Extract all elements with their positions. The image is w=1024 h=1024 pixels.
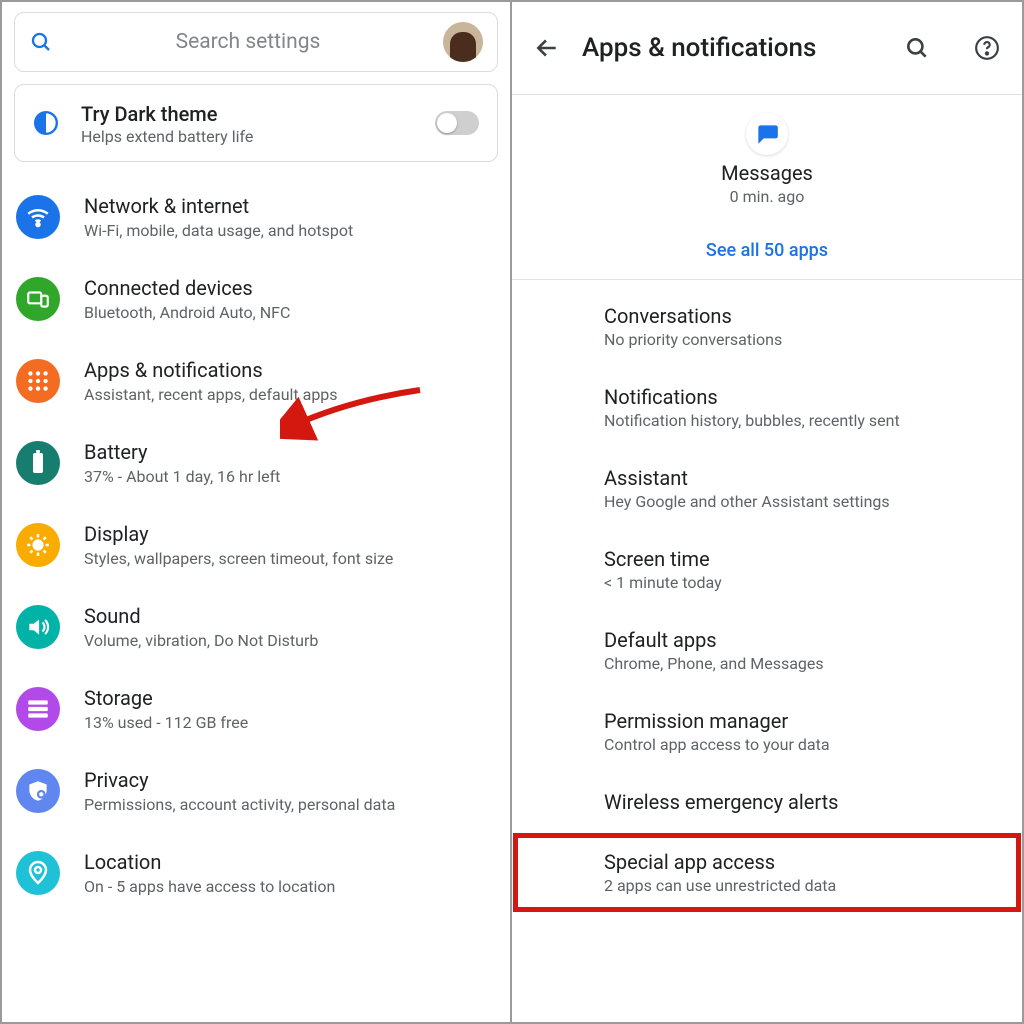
dark-theme-sub: Helps extend battery life bbox=[81, 127, 253, 146]
settings-item-title: Privacy bbox=[84, 768, 395, 793]
location-icon bbox=[16, 851, 60, 895]
settings-item-sub: On - 5 apps have access to location bbox=[84, 877, 335, 896]
option-title: Special app access bbox=[604, 850, 994, 874]
option-sub: Control app access to your data bbox=[604, 735, 994, 754]
option-sub: Hey Google and other Assistant settings bbox=[604, 492, 994, 511]
settings-item-volume[interactable]: Sound Volume, vibration, Do Not Disturb bbox=[14, 586, 498, 668]
settings-item-wifi[interactable]: Network & internet Wi-Fi, mobile, data u… bbox=[14, 176, 498, 258]
option-title: Conversations bbox=[604, 304, 994, 328]
settings-item-apps[interactable]: Apps & notifications Assistant, recent a… bbox=[14, 340, 498, 422]
apps-option-notifications[interactable]: Notifications Notification history, bubb… bbox=[512, 367, 1022, 448]
search-settings[interactable]: Search settings bbox=[14, 12, 498, 72]
apps-option-permission-manager[interactable]: Permission manager Control app access to… bbox=[512, 691, 1022, 772]
search-icon bbox=[29, 30, 53, 54]
option-title: Notifications bbox=[604, 385, 994, 409]
dark-theme-card[interactable]: Try Dark theme Helps extend battery life bbox=[14, 84, 498, 162]
settings-item-location[interactable]: Location On - 5 apps have access to loca… bbox=[14, 832, 498, 914]
settings-item-sub: Styles, wallpapers, screen timeout, font… bbox=[84, 549, 393, 568]
settings-item-title: Storage bbox=[84, 686, 248, 711]
apps-option-special-app-access[interactable]: Special app access 2 apps can use unrest… bbox=[512, 832, 1022, 913]
apps-option-default-apps[interactable]: Default apps Chrome, Phone, and Messages bbox=[512, 610, 1022, 691]
settings-list: Network & internet Wi-Fi, mobile, data u… bbox=[14, 176, 498, 914]
settings-item-sub: 37% - About 1 day, 16 hr left bbox=[84, 467, 280, 486]
settings-item-title: Battery bbox=[84, 440, 280, 465]
settings-root-pane: Search settings Try Dark theme Helps ext… bbox=[2, 2, 512, 1022]
settings-item-sub: Volume, vibration, Do Not Disturb bbox=[84, 631, 318, 650]
apps-header: Apps & notifications bbox=[512, 2, 1022, 94]
brightness-icon bbox=[16, 523, 60, 567]
devices-icon bbox=[16, 277, 60, 321]
apps-icon bbox=[16, 359, 60, 403]
profile-avatar[interactable] bbox=[443, 22, 483, 62]
settings-item-sub: Permissions, account activity, personal … bbox=[84, 795, 395, 814]
search-icon[interactable] bbox=[904, 35, 930, 61]
dark-mode-icon bbox=[33, 110, 59, 136]
apps-option-conversations[interactable]: Conversations No priority conversations bbox=[512, 286, 1022, 367]
wifi-icon bbox=[16, 195, 60, 239]
option-sub: Notification history, bubbles, recently … bbox=[604, 411, 994, 430]
volume-icon bbox=[16, 605, 60, 649]
settings-item-title: Sound bbox=[84, 604, 318, 629]
option-sub: < 1 minute today bbox=[604, 573, 994, 592]
apps-notifications-pane: Apps & notifications Messages 0 min. ago… bbox=[512, 2, 1022, 1022]
settings-item-sub: 13% used - 112 GB free bbox=[84, 713, 248, 732]
back-icon[interactable] bbox=[534, 35, 560, 61]
settings-item-devices[interactable]: Connected devices Bluetooth, Android Aut… bbox=[14, 258, 498, 340]
option-title: Screen time bbox=[604, 547, 994, 571]
settings-item-sub: Assistant, recent apps, default apps bbox=[84, 385, 338, 404]
messages-app-icon[interactable] bbox=[746, 113, 788, 155]
apps-option-wireless-emergency-alerts[interactable]: Wireless emergency alerts bbox=[512, 772, 1022, 832]
page-title: Apps & notifications bbox=[582, 33, 882, 63]
settings-item-title: Location bbox=[84, 850, 335, 875]
see-all-apps-link[interactable]: See all 50 apps bbox=[512, 240, 1022, 261]
battery-icon bbox=[16, 441, 60, 485]
settings-item-privacy[interactable]: Privacy Permissions, account activity, p… bbox=[14, 750, 498, 832]
settings-item-brightness[interactable]: Display Styles, wallpapers, screen timeo… bbox=[14, 504, 498, 586]
option-title: Default apps bbox=[604, 628, 994, 652]
option-sub: No priority conversations bbox=[604, 330, 994, 349]
option-sub: 2 apps can use unrestricted data bbox=[604, 876, 994, 895]
settings-item-battery[interactable]: Battery 37% - About 1 day, 16 hr left bbox=[14, 422, 498, 504]
settings-item-title: Display bbox=[84, 522, 393, 547]
apps-option-screen-time[interactable]: Screen time < 1 minute today bbox=[512, 529, 1022, 610]
settings-item-sub: Bluetooth, Android Auto, NFC bbox=[84, 303, 290, 322]
apps-option-assistant[interactable]: Assistant Hey Google and other Assistant… bbox=[512, 448, 1022, 529]
option-title: Assistant bbox=[604, 466, 994, 490]
apps-options-list: Conversations No priority conversations … bbox=[512, 280, 1022, 913]
dark-theme-toggle[interactable] bbox=[435, 111, 479, 135]
recent-app-name[interactable]: Messages bbox=[512, 161, 1022, 185]
settings-item-storage[interactable]: Storage 13% used - 112 GB free bbox=[14, 668, 498, 750]
option-sub: Chrome, Phone, and Messages bbox=[604, 654, 994, 673]
option-title: Wireless emergency alerts bbox=[604, 790, 994, 814]
settings-item-title: Connected devices bbox=[84, 276, 290, 301]
settings-item-sub: Wi-Fi, mobile, data usage, and hotspot bbox=[84, 221, 353, 240]
option-title: Permission manager bbox=[604, 709, 994, 733]
recent-app-time: 0 min. ago bbox=[512, 187, 1022, 206]
storage-icon bbox=[16, 687, 60, 731]
dark-theme-title: Try Dark theme bbox=[81, 101, 253, 127]
search-placeholder: Search settings bbox=[67, 30, 429, 54]
settings-item-title: Network & internet bbox=[84, 194, 353, 219]
settings-item-title: Apps & notifications bbox=[84, 358, 338, 383]
recent-app-section: Messages 0 min. ago See all 50 apps bbox=[512, 94, 1022, 280]
help-icon[interactable] bbox=[974, 35, 1000, 61]
privacy-icon bbox=[16, 769, 60, 813]
